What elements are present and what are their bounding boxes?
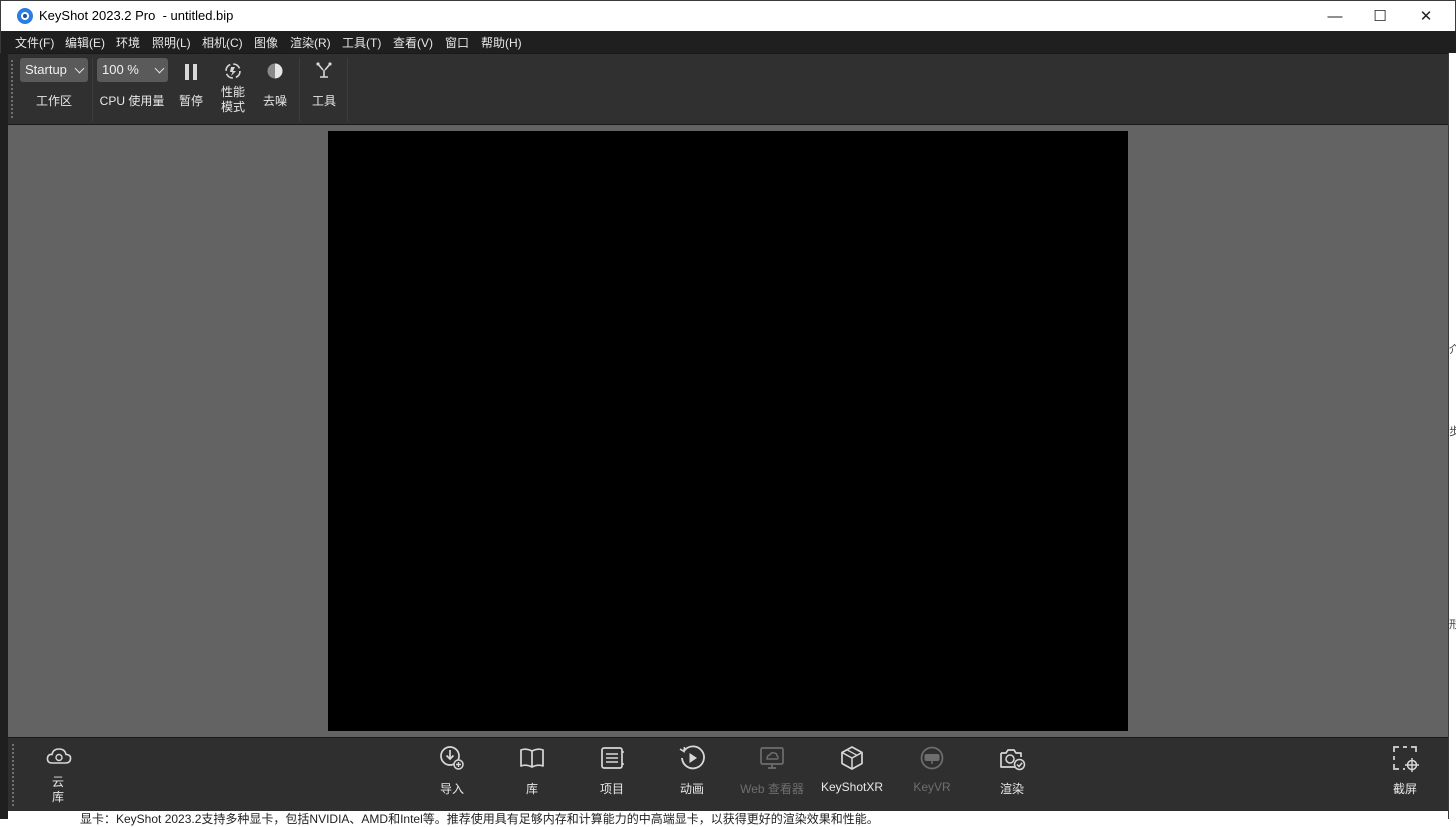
cloud-library-label-2: 库 bbox=[51, 790, 64, 804]
menu-tools[interactable]: 工具(T) bbox=[342, 34, 381, 51]
menu-file[interactable]: 文件(F) bbox=[15, 34, 54, 51]
library-icon bbox=[520, 748, 544, 768]
real-time-render-canvas[interactable] bbox=[328, 131, 1128, 731]
web-viewer-button[interactable]: Web 查看器 bbox=[732, 738, 812, 812]
cloud-library-button[interactable]: 云 库 bbox=[38, 742, 78, 808]
background-window-glyph: 步 bbox=[1449, 426, 1456, 438]
ribbon-separator bbox=[347, 58, 348, 122]
keyshotxr-icon bbox=[841, 746, 863, 770]
web-viewer-label: Web 查看器 bbox=[740, 782, 804, 796]
menu-render[interactable]: 渲染(R) bbox=[290, 34, 331, 51]
background-window-glyph: 形 bbox=[1449, 619, 1456, 631]
web-viewer-icon bbox=[760, 747, 784, 769]
denoise-label: 去噪 bbox=[262, 94, 287, 108]
ribbon-toolbar: Startup 工作区 100 % CPU 使用量 暂停 性能 模式 去噪 工具 bbox=[8, 53, 1448, 125]
workspace-dropdown[interactable]: Startup bbox=[20, 58, 88, 82]
project-label: 项目 bbox=[599, 782, 624, 796]
cloud-library-icon bbox=[46, 748, 72, 764]
performance-mode-label-1: 性能 bbox=[220, 85, 245, 99]
pause-icon bbox=[185, 64, 197, 80]
keyvr-label: KeyVR bbox=[913, 780, 951, 794]
keyvr-icon bbox=[920, 746, 944, 770]
screenshot-icon bbox=[1393, 746, 1419, 772]
window-title: KeyShot 2023.2 Pro - untitled.bip bbox=[39, 8, 234, 23]
import-icon bbox=[440, 746, 464, 770]
menu-window[interactable]: 窗口 bbox=[445, 34, 469, 51]
render-label: 渲染 bbox=[999, 782, 1024, 796]
close-button[interactable]: ✕ bbox=[1403, 1, 1449, 31]
ribbon-separator bbox=[92, 58, 93, 122]
toolbar-grip-handle[interactable] bbox=[12, 744, 14, 806]
minimize-button[interactable]: — bbox=[1312, 1, 1358, 31]
cpu-usage-value: 100 % bbox=[102, 62, 139, 77]
import-button[interactable]: 导入 bbox=[412, 738, 492, 812]
project-button[interactable]: 项目 bbox=[572, 738, 652, 812]
title-bar: KeyShot 2023.2 Pro - untitled.bip — ☐ ✕ bbox=[0, 0, 1456, 31]
denoise-icon bbox=[267, 63, 283, 79]
workspace-label: 工作区 bbox=[35, 94, 72, 108]
animation-icon bbox=[679, 745, 705, 770]
cpu-usage-label: CPU 使用量 bbox=[99, 94, 165, 108]
keyshotxr-button[interactable]: KeyShotXR bbox=[812, 738, 892, 812]
render-button[interactable]: 渲染 bbox=[972, 738, 1052, 812]
keyshot-logo-icon bbox=[17, 8, 33, 24]
animation-button[interactable]: 动画 bbox=[652, 738, 732, 812]
menu-camera[interactable]: 相机(C) bbox=[202, 34, 243, 51]
tools-label: 工具 bbox=[311, 94, 336, 108]
menu-view[interactable]: 查看(V) bbox=[393, 34, 433, 51]
ribbon-separator bbox=[299, 58, 300, 122]
project-icon bbox=[601, 747, 624, 769]
library-button[interactable]: 库 bbox=[492, 738, 572, 812]
pause-button[interactable]: 暂停 bbox=[172, 56, 210, 118]
keyshotxr-label: KeyShotXR bbox=[820, 780, 884, 794]
menu-environment[interactable]: 环境 bbox=[116, 34, 140, 51]
cpu-usage-dropdown[interactable]: 100 % bbox=[97, 58, 168, 82]
menu-help[interactable]: 帮助(H) bbox=[481, 34, 522, 51]
render-viewport[interactable] bbox=[8, 125, 1448, 737]
screenshot-button[interactable]: 截屏 bbox=[1365, 738, 1445, 812]
left-frame bbox=[0, 53, 8, 819]
background-window-glyph: 介 bbox=[1449, 344, 1456, 356]
menu-bar: 文件(F) 编辑(E) 环境 照明(L) 相机(C) 图像 渲染(R) 工具(T… bbox=[0, 31, 1456, 53]
bottom-toolbar: 云 库 导入 库 项目 动画 Web 查看器 KeyShotXR KeyVR 渲… bbox=[8, 737, 1448, 811]
screenshot-label: 截屏 bbox=[1392, 782, 1417, 796]
performance-mode-label-2: 模式 bbox=[220, 100, 245, 114]
performance-mode-button[interactable]: 性能 模式 bbox=[213, 56, 253, 122]
menu-lighting[interactable]: 照明(L) bbox=[152, 34, 191, 51]
animation-label: 动画 bbox=[679, 782, 704, 796]
library-label: 库 bbox=[525, 782, 538, 796]
tools-button[interactable]: 工具 bbox=[305, 56, 343, 118]
performance-mode-icon bbox=[225, 63, 241, 79]
chevron-down-icon bbox=[154, 63, 165, 74]
menu-image[interactable]: 图像 bbox=[254, 34, 278, 51]
pause-label: 暂停 bbox=[178, 94, 203, 108]
chevron-down-icon bbox=[74, 63, 85, 74]
import-label: 导入 bbox=[439, 782, 464, 796]
workspace-dropdown-value: Startup bbox=[25, 62, 67, 77]
maximize-button[interactable]: ☐ bbox=[1357, 1, 1403, 31]
keyvr-button[interactable]: KeyVR bbox=[892, 738, 972, 812]
menu-edit[interactable]: 编辑(E) bbox=[65, 34, 105, 51]
toolbar-grip-handle[interactable] bbox=[11, 60, 13, 118]
tools-icon bbox=[316, 62, 332, 78]
render-icon bbox=[1000, 749, 1026, 771]
denoise-button[interactable]: 去噪 bbox=[256, 56, 294, 118]
